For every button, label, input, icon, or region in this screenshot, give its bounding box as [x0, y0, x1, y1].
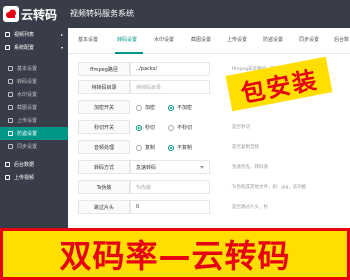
tab-upload[interactable]: 上传设置 [227, 36, 247, 43]
form-row-ts: Ts伪装 Ts伪装 Ts伪装成其他文件，如：jpg，该功能 [68, 180, 350, 196]
radio-label: 不秒切 [177, 125, 193, 131]
form-row-skip: 跳过片头 0 是否跳过片头，秒 [68, 200, 350, 216]
tab-bar: 基本设置 转码设置 水印设置 截图设置 上传设置 防盗设置 同步设置 后台数 [68, 28, 350, 54]
chevron-right-icon: ▸ [60, 32, 63, 37]
security-icon [8, 131, 13, 136]
field-hint: 是否复制音频 [232, 145, 259, 150]
sidebar-item-video-list[interactable]: 视频列表 ▸ [0, 28, 68, 41]
screenshot-icon [8, 105, 13, 110]
field-label: 待转码目录 [78, 80, 130, 94]
second-radio-on[interactable]: 秒切 [136, 124, 155, 131]
ffmpeg-path-input[interactable]: ../packs/ [130, 62, 210, 76]
radio-circle [168, 104, 174, 111]
sidebar-item-screenshot[interactable]: 截图设置 [0, 101, 68, 114]
encrypt-radio-on[interactable]: 加密 [136, 104, 155, 111]
field-hint: 是否跳过片头，秒 [232, 205, 268, 210]
upload-icon [8, 118, 13, 123]
transcode-mode-select[interactable]: 急速转码 [130, 160, 210, 174]
cloud-icon [3, 6, 19, 22]
sidebar-item-upload-video[interactable]: 上传视频 [0, 171, 68, 184]
chevron-down-icon: ▾ [60, 45, 63, 50]
form-row-audio: 音频处理 复制 不复制 是否复制音频 [68, 140, 350, 156]
sidebar-item-label: 同步设置 [17, 144, 38, 150]
basic-icon [8, 66, 13, 71]
skip-intro-input[interactable]: 0 [130, 200, 210, 214]
logo-text: 云转码 [21, 7, 58, 22]
sidebar-item-data[interactable]: 后台数据 [0, 158, 68, 171]
sidebar-item-transcode[interactable]: 转码设置 [0, 75, 68, 88]
field-label: 加密开关 [78, 100, 130, 114]
encrypt-radio-off[interactable]: 不加密 [168, 104, 192, 111]
sidebar-item-label: 上传设置 [17, 118, 38, 124]
sidebar-item-watermark[interactable]: 水印设置 [0, 88, 68, 101]
sidebar-item-security[interactable]: 防盗设置 [0, 127, 68, 140]
form-row-second: 秒切开关 秒切 不秒切 是否秒切 [68, 120, 350, 136]
radio-label: 不复制 [177, 145, 193, 151]
tab-security[interactable]: 防盗设置 [263, 36, 283, 43]
field-label: 音频处理 [78, 140, 130, 154]
radio-circle [136, 104, 142, 111]
field-hint: 是否秒切 [232, 125, 250, 130]
second-radio-off[interactable]: 不秒切 [168, 124, 192, 131]
field-label: ffmpeg路径 [78, 62, 130, 76]
chevron-down-icon [200, 166, 204, 169]
audio-radio-copy[interactable]: 复制 [136, 144, 155, 151]
sidebar-item-label: 后台数据 [14, 162, 35, 168]
sidebar-item-basic[interactable]: 基本设置 [0, 62, 68, 75]
sidebar-item-label: 转码设置 [17, 79, 38, 85]
field-label: 跳过片头 [78, 200, 130, 214]
tab-basic[interactable]: 基本设置 [78, 36, 98, 43]
settings-icon [5, 45, 10, 50]
pending-dir-input[interactable]: 待转码目录 [130, 80, 210, 94]
upload-video-icon [5, 175, 10, 180]
radio-label: 不加密 [177, 105, 193, 111]
ts-disguise-input[interactable]: Ts伪装 [130, 180, 210, 194]
sidebar-item-label: 防盗设置 [17, 131, 38, 137]
form-row-encrypt: 加密开关 加密 不加密 [68, 100, 350, 116]
field-label: 秒切开关 [78, 120, 130, 134]
radio-circle [136, 144, 142, 151]
sidebar-item-label: 系统配置 [14, 45, 35, 51]
sidebar-item-label: 截图设置 [17, 105, 38, 111]
tab-data[interactable]: 后台数 [334, 36, 349, 43]
radio-circle [168, 144, 174, 151]
sidebar-item-label: 上传视频 [14, 175, 35, 181]
audio-radio-nocopy[interactable]: 不复制 [168, 144, 192, 151]
form-row-mode: 转码方式 急速转码 急速优先，转码速 [68, 160, 350, 176]
field-label: 转码方式 [78, 160, 130, 174]
watermark-icon [8, 92, 13, 97]
tab-transcode[interactable]: 转码设置 [117, 36, 137, 43]
tab-sync[interactable]: 同步设置 [299, 36, 319, 43]
video-list-icon [5, 32, 10, 37]
field-hint: Ts伪装成其他文件，如：jpg，该功能 [232, 185, 307, 190]
tab-watermark[interactable]: 水印设置 [154, 36, 174, 43]
field-hint: 急速优先，转码速 [232, 165, 268, 170]
sidebar-item-label: 水印设置 [17, 92, 38, 98]
top-bar: 云转码 视频转码服务系统 [0, 0, 350, 28]
app-logo[interactable]: 云转码 [3, 4, 57, 24]
radio-label: 复制 [145, 145, 156, 151]
radio-label: 加密 [145, 105, 156, 111]
sidebar-item-label: 基本设置 [17, 66, 38, 72]
field-label: Ts伪装 [78, 180, 130, 194]
sidebar-item-label: 视频列表 [14, 32, 35, 38]
tab-screenshot[interactable]: 截图设置 [191, 36, 211, 43]
sidebar-item-system-config[interactable]: 系统配置 ▾ [0, 41, 68, 54]
radio-label: 秒切 [145, 125, 156, 131]
sidebar-item-upload[interactable]: 上传设置 [0, 114, 68, 127]
sync-icon [8, 144, 13, 149]
transcode-icon [8, 79, 13, 84]
data-icon [5, 162, 10, 167]
radio-circle [136, 124, 142, 131]
radio-circle [168, 124, 174, 131]
promo-banner: 双码率—云转码 [0, 228, 350, 280]
app-title: 视频转码服务系统 [70, 9, 134, 18]
sidebar-item-sync[interactable]: 同步设置 [0, 140, 68, 153]
select-value: 急速转码 [136, 164, 157, 171]
